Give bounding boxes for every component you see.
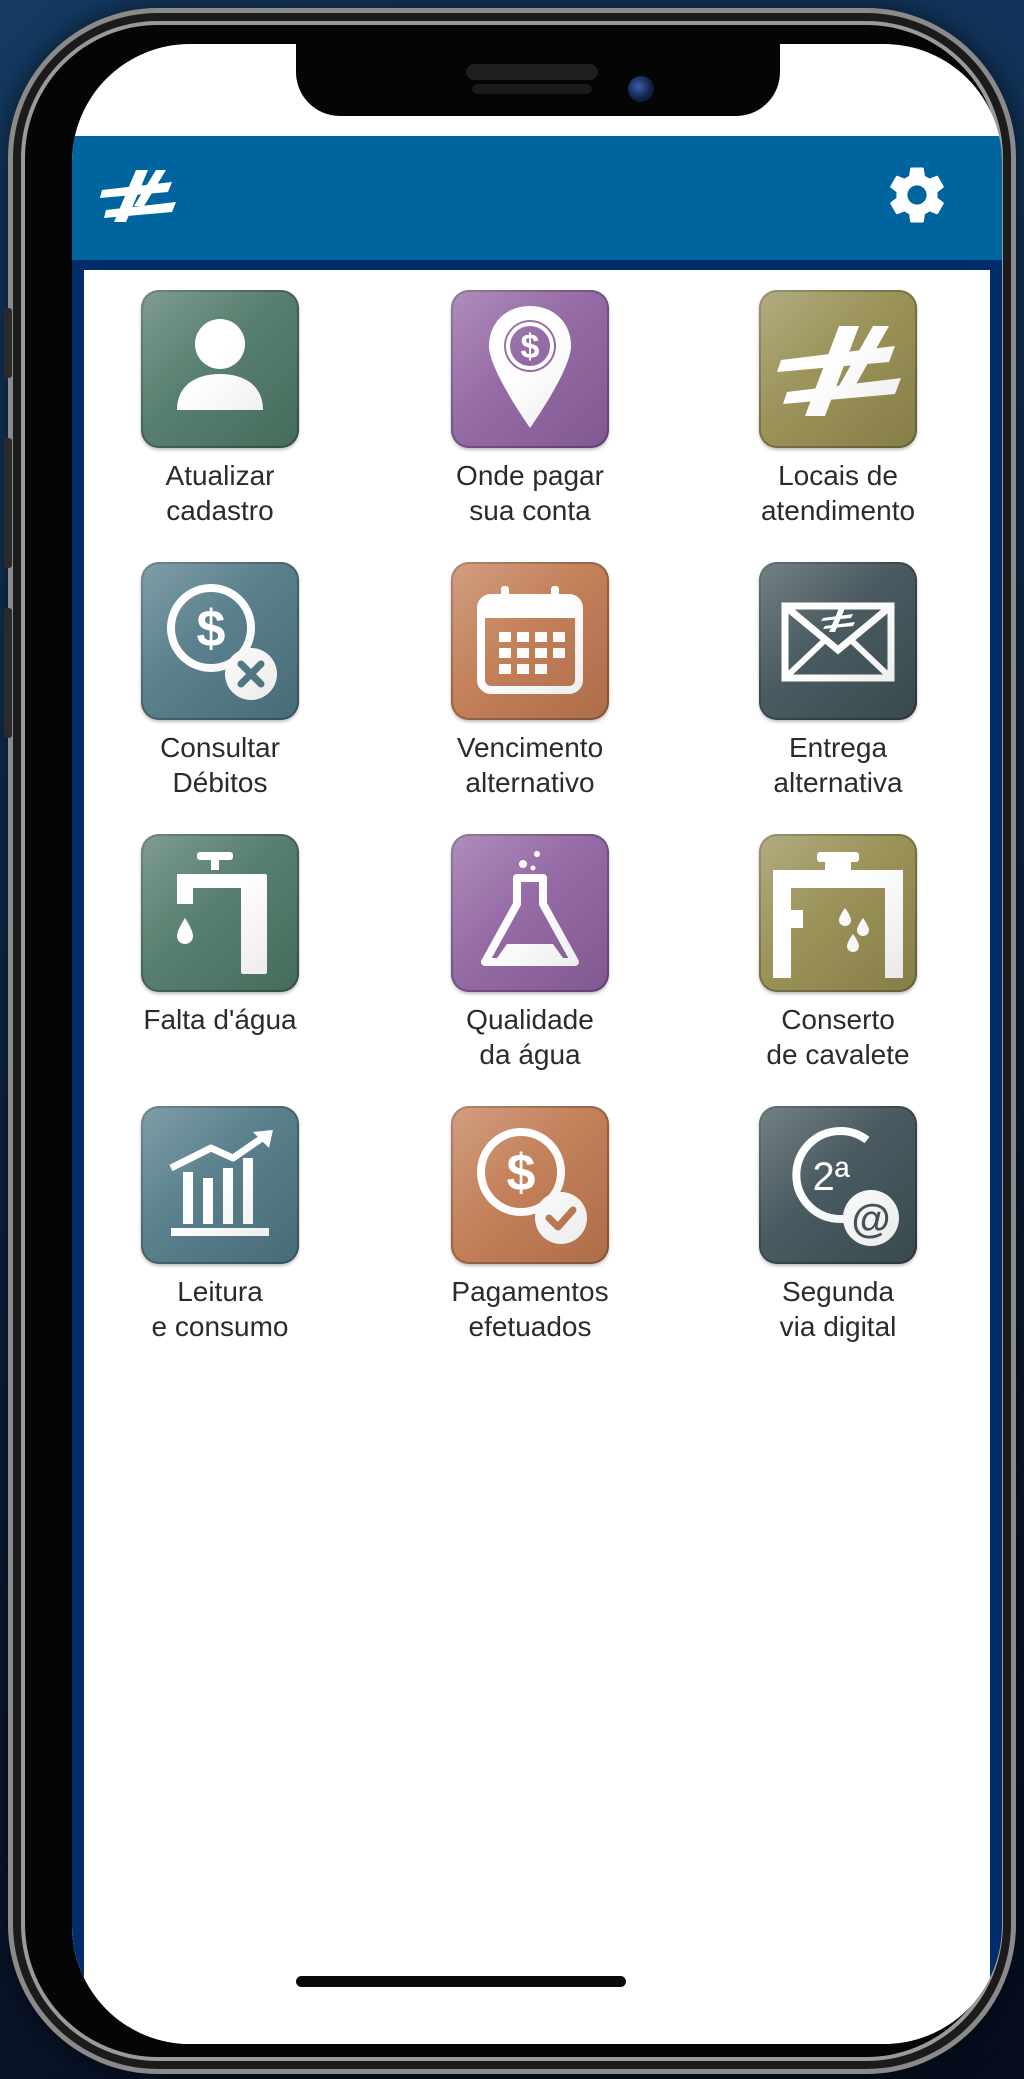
menu-item-leitura-consumo[interactable]: Leitura e consumo <box>110 1106 330 1344</box>
svg-text:$: $ <box>197 600 226 658</box>
menu-item-qualidade-agua[interactable]: Qualidade da água <box>420 834 640 1072</box>
calendar-icon <box>451 562 609 720</box>
menu-item-vencimento-alternativo[interactable]: Vencimento alternativo <box>420 562 640 800</box>
menu-item-falta-agua[interactable]: Falta d'água <box>110 834 330 1037</box>
menu-item-label: Onde pagar sua conta <box>456 460 604 526</box>
side-button <box>4 308 12 378</box>
svg-text:2ª: 2ª <box>812 1155 849 1199</box>
menu-item-label: Atualizar cadastro <box>165 460 275 526</box>
menu-item-label: Segunda via digital <box>779 1276 897 1342</box>
dollar-check-icon: $ <box>451 1106 609 1264</box>
menu-item-label: Consultar Débitos <box>160 732 280 798</box>
second-copy-email-icon: 2ª @ <box>759 1106 917 1264</box>
svg-text:@: @ <box>851 1197 890 1241</box>
person-icon <box>141 290 299 448</box>
menu-item-label: Leitura e consumo <box>151 1276 289 1342</box>
menu-item-label: Vencimento alternativo <box>456 732 604 798</box>
menu-item-label: Conserto de cavalete <box>766 1004 910 1070</box>
brand-logo-icon <box>759 290 917 448</box>
menu-item-label: Pagamentos efetuados <box>451 1276 609 1342</box>
volume-up-button <box>4 438 12 568</box>
camera-icon <box>628 76 654 102</box>
menu-item-onde-pagar[interactable]: $ Onde pagar sua conta <box>420 290 640 528</box>
menu-item-label: Qualidade da água <box>466 1004 594 1070</box>
dollar-cancel-icon: $ <box>141 562 299 720</box>
menu-item-consultar-debitos[interactable]: $ Consultar Débitos <box>110 562 330 800</box>
menu-item-entrega-alternativa[interactable]: Entrega alternativa <box>728 562 948 800</box>
notch <box>296 44 780 116</box>
brand-logo-icon[interactable] <box>96 166 180 226</box>
header-divider <box>72 260 1002 270</box>
menu-item-label: Falta d'água <box>143 1004 297 1035</box>
bar-chart-icon <box>141 1106 299 1264</box>
faucet-icon <box>141 834 299 992</box>
svg-text:$: $ <box>521 328 540 366</box>
speaker-grille <box>472 84 592 94</box>
gear-icon[interactable] <box>884 162 950 228</box>
home-indicator[interactable] <box>296 1976 626 1987</box>
app-header <box>72 136 1002 260</box>
volume-down-button <box>4 608 12 738</box>
menu-item-locais-atendimento[interactable]: Locais de atendimento <box>728 290 948 528</box>
map-pin-dollar-icon: $ <box>451 290 609 448</box>
pipe-leak-icon <box>759 834 917 992</box>
speaker-grille <box>466 64 598 80</box>
menu-item-atualizar-cadastro[interactable]: Atualizar cadastro <box>110 290 330 528</box>
menu-item-conserto-cavalete[interactable]: Conserto de cavalete <box>728 834 948 1072</box>
flask-icon <box>451 834 609 992</box>
menu-item-label: Locais de atendimento <box>760 460 916 526</box>
menu-item-segunda-via-digital[interactable]: 2ª @ Segunda via digital <box>728 1106 948 1344</box>
svg-text:$: $ <box>507 1144 536 1202</box>
envelope-icon <box>759 562 917 720</box>
menu-item-pagamentos-efetuados[interactable]: $ Pagamentos efetuados <box>420 1106 640 1344</box>
menu-item-label: Entrega alternativa <box>773 732 903 798</box>
